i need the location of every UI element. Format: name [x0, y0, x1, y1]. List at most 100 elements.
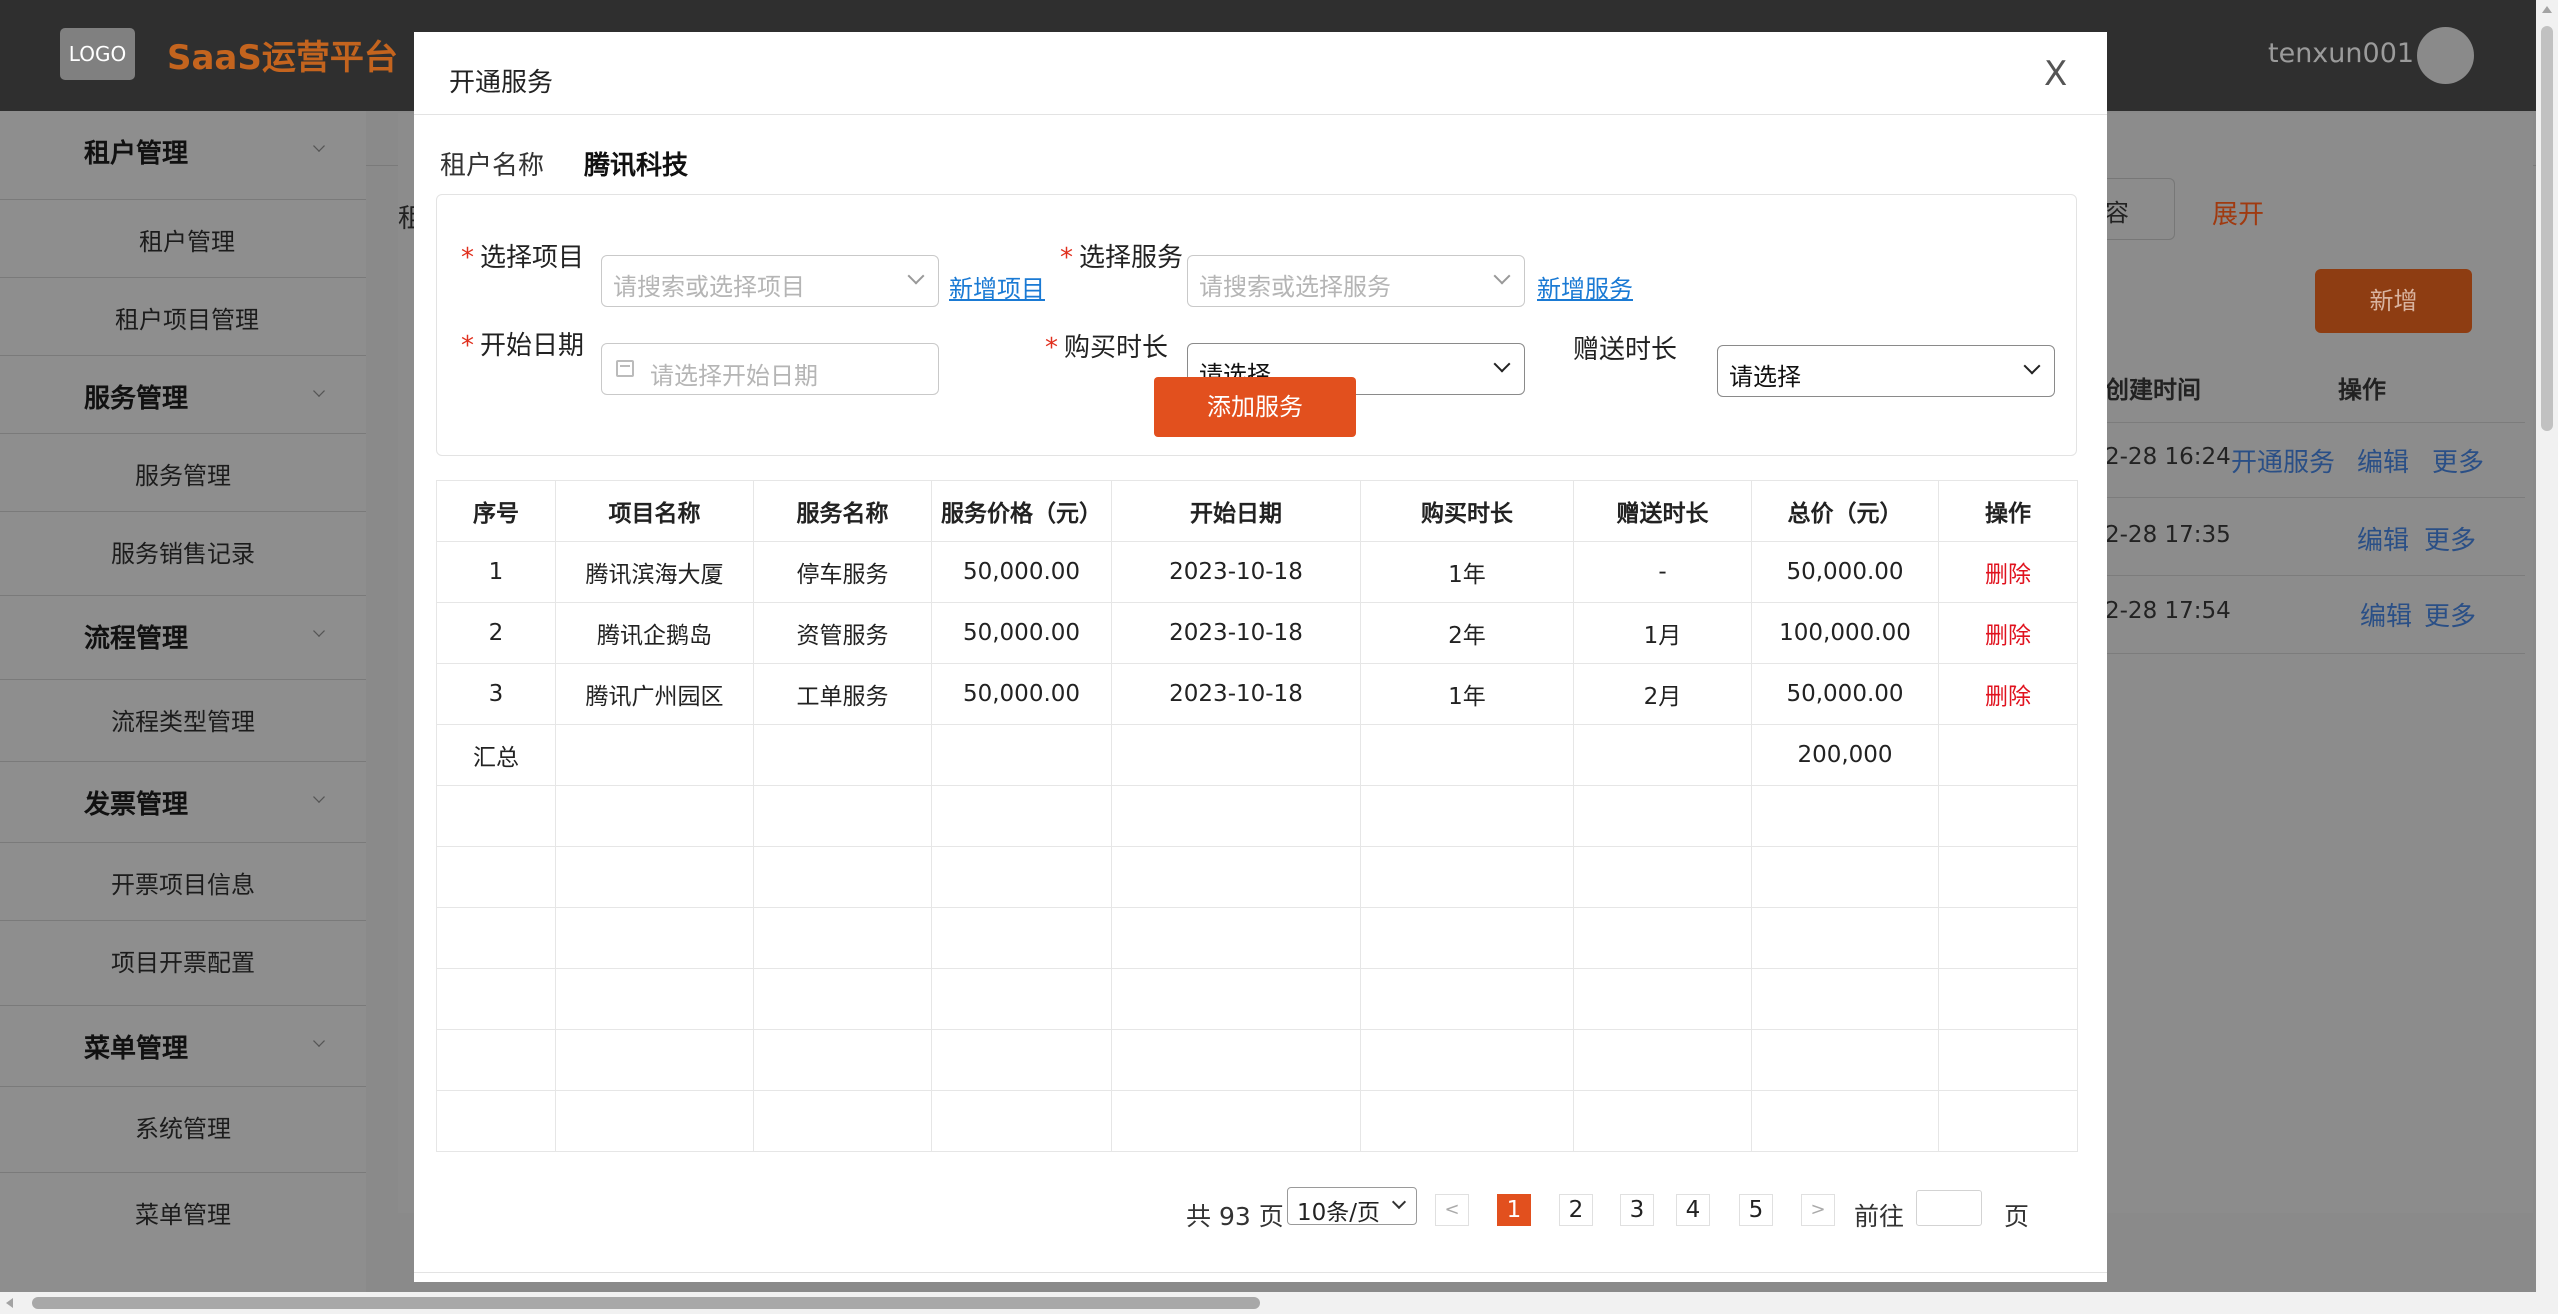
page-button-2[interactable]: 2: [1559, 1194, 1593, 1226]
delete-link[interactable]: 删除: [1938, 602, 2078, 664]
sidebar-item-system[interactable]: 系统管理: [0, 1086, 366, 1164]
sidebar-item-process-type[interactable]: 流程类型管理: [0, 679, 366, 757]
scroll-left-icon[interactable]: [6, 1298, 13, 1308]
empty-row: [436, 846, 2078, 908]
vertical-scrollbar[interactable]: [2536, 0, 2558, 1296]
add-service-link[interactable]: 新增服务: [1537, 269, 1633, 304]
add-service-button[interactable]: 添加服务: [1154, 377, 1356, 437]
sidebar-group-menu[interactable]: 菜单管理: [0, 1005, 366, 1083]
table-cell: [1573, 724, 1752, 786]
required-mark: *: [1045, 333, 1058, 363]
empty-row: [436, 968, 2078, 1030]
expand-toggle[interactable]: 展开: [2212, 194, 2264, 231]
more-link[interactable]: 更多: [2424, 596, 2476, 633]
empty-row: [436, 785, 2078, 847]
tenant-name-value: 腾讯科技: [584, 151, 689, 181]
page-size-select[interactable]: 10条/页: [1287, 1187, 1417, 1226]
summary-total: 200,000: [1751, 724, 1939, 786]
table-cell: 2月: [1573, 663, 1752, 725]
sidebar-item-label: 开票项目信息: [111, 871, 255, 899]
chevron-down-icon: [907, 267, 925, 285]
scrollbar-thumb[interactable]: [2541, 26, 2553, 431]
page-button-4[interactable]: 4: [1676, 1194, 1710, 1226]
table-row: 3 腾讯广州园区 工单服务 50,000.00 2023-10-18 1年 2月…: [436, 663, 2078, 725]
gift-duration-select[interactable]: 请选择: [1717, 345, 2055, 397]
sidebar-item-menu-manage[interactable]: 菜单管理: [0, 1172, 366, 1250]
sidebar: 租户管理 租户管理 租户项目管理 服务管理 服务管理 服务销售记录 流程管理 流…: [0, 111, 366, 1314]
page-suffix: 页: [2004, 1202, 2030, 1231]
open-service-link[interactable]: 开通服务: [2231, 442, 2335, 479]
goto-page-input[interactable]: [1916, 1190, 1982, 1226]
service-select[interactable]: 请搜索或选择服务: [1187, 255, 1525, 307]
logo: LOGO: [60, 28, 135, 80]
table-cell: 50,000.00: [931, 663, 1112, 725]
page-button-5[interactable]: 5: [1739, 1194, 1773, 1226]
delete-link[interactable]: 删除: [1938, 663, 2078, 725]
avatar[interactable]: [2417, 27, 2474, 84]
sidebar-item-invoice-config[interactable]: 项目开票配置: [0, 920, 366, 998]
sidebar-item-label: 项目开票配置: [111, 949, 255, 977]
row-time: 2-28 17:54: [2105, 598, 2231, 624]
sidebar-group-label: 发票管理: [84, 790, 189, 820]
scroll-up-icon[interactable]: [2542, 6, 2552, 13]
chevron-down-icon: [313, 625, 325, 637]
sidebar-item-tenant-project[interactable]: 租户项目管理: [0, 277, 366, 355]
table-cell: 腾讯广州园区: [555, 663, 754, 725]
sidebar-item-service-sales[interactable]: 服务销售记录: [0, 511, 366, 589]
page-button-3[interactable]: 3: [1620, 1194, 1654, 1226]
more-link[interactable]: 更多: [2432, 442, 2484, 479]
scrollbar-thumb[interactable]: [32, 1297, 1260, 1309]
edit-link[interactable]: 编辑: [2357, 520, 2409, 557]
more-link[interactable]: 更多: [2424, 520, 2476, 557]
sidebar-group-process[interactable]: 流程管理: [0, 595, 366, 673]
close-button[interactable]: X: [2044, 54, 2067, 94]
row-time: 2-28 17:35: [2105, 522, 2231, 548]
sidebar-item-invoice-info[interactable]: 开票项目信息: [0, 842, 366, 920]
edit-link[interactable]: 编辑: [2357, 442, 2409, 479]
table-cell: 2023-10-18: [1111, 541, 1361, 603]
table-cell: 1: [436, 541, 556, 603]
column-header: 总价（元）: [1751, 480, 1939, 542]
column-header: 序号: [436, 480, 556, 542]
project-select[interactable]: 请搜索或选择项目: [601, 255, 939, 307]
sidebar-item-label: 租户项目管理: [115, 306, 259, 334]
start-date-picker[interactable]: 请选择开始日期: [601, 343, 939, 395]
open-service-dialog: 开通服务 X 租户名称 腾讯科技 * 选择项目 请搜索或选择项目 新增项目 * 选择…: [414, 32, 2107, 1282]
table-cell: 1年: [1360, 541, 1574, 603]
sidebar-item-label: 服务管理: [135, 462, 231, 490]
delete-link[interactable]: 删除: [1938, 541, 2078, 603]
prev-page-button[interactable]: <: [1435, 1194, 1469, 1226]
search-input[interactable]: 容: [2105, 178, 2175, 240]
add-project-link[interactable]: 新增项目: [949, 269, 1045, 304]
table-cell: 50,000.00: [1751, 663, 1939, 725]
duration-label: * 购买时长: [1045, 333, 1169, 363]
column-header: 赠送时长: [1573, 480, 1752, 542]
sidebar-group-label: 租户管理: [84, 139, 189, 169]
page-button-1[interactable]: 1: [1497, 1194, 1531, 1226]
sidebar-group-tenant[interactable]: 租户管理: [0, 111, 366, 189]
calendar-icon: [616, 360, 634, 377]
row-time: 2-28 16:24: [2105, 444, 2231, 470]
username[interactable]: tenxun001: [2268, 38, 2414, 69]
required-mark: *: [461, 243, 474, 273]
sidebar-item-service-manage[interactable]: 服务管理: [0, 433, 366, 511]
next-page-button[interactable]: >: [1801, 1194, 1835, 1226]
chevron-down-icon: [1391, 1194, 1407, 1210]
divider: [2105, 653, 2525, 654]
divider: [2105, 422, 2525, 423]
column-header: 购买时长: [1360, 480, 1574, 542]
table-cell: 腾讯滨海大厦: [555, 541, 754, 603]
empty-row: [436, 1090, 2078, 1152]
sidebar-item-tenant-manage[interactable]: 租户管理: [0, 199, 366, 277]
app-title: SaaS运营平台: [167, 38, 398, 78]
table-row: 1 腾讯滨海大厦 停车服务 50,000.00 2023-10-18 1年 - …: [436, 541, 2078, 603]
sidebar-group-label: 服务管理: [84, 384, 189, 414]
new-button[interactable]: 新增: [2315, 269, 2472, 333]
table-cell: [931, 724, 1112, 786]
required-mark: *: [461, 331, 474, 361]
horizontal-scrollbar[interactable]: [0, 1292, 2558, 1314]
column-header: 操作: [1938, 480, 2078, 542]
sidebar-group-invoice[interactable]: 发票管理: [0, 761, 366, 839]
edit-link[interactable]: 编辑: [2360, 596, 2412, 633]
sidebar-group-service[interactable]: 服务管理: [0, 355, 366, 433]
